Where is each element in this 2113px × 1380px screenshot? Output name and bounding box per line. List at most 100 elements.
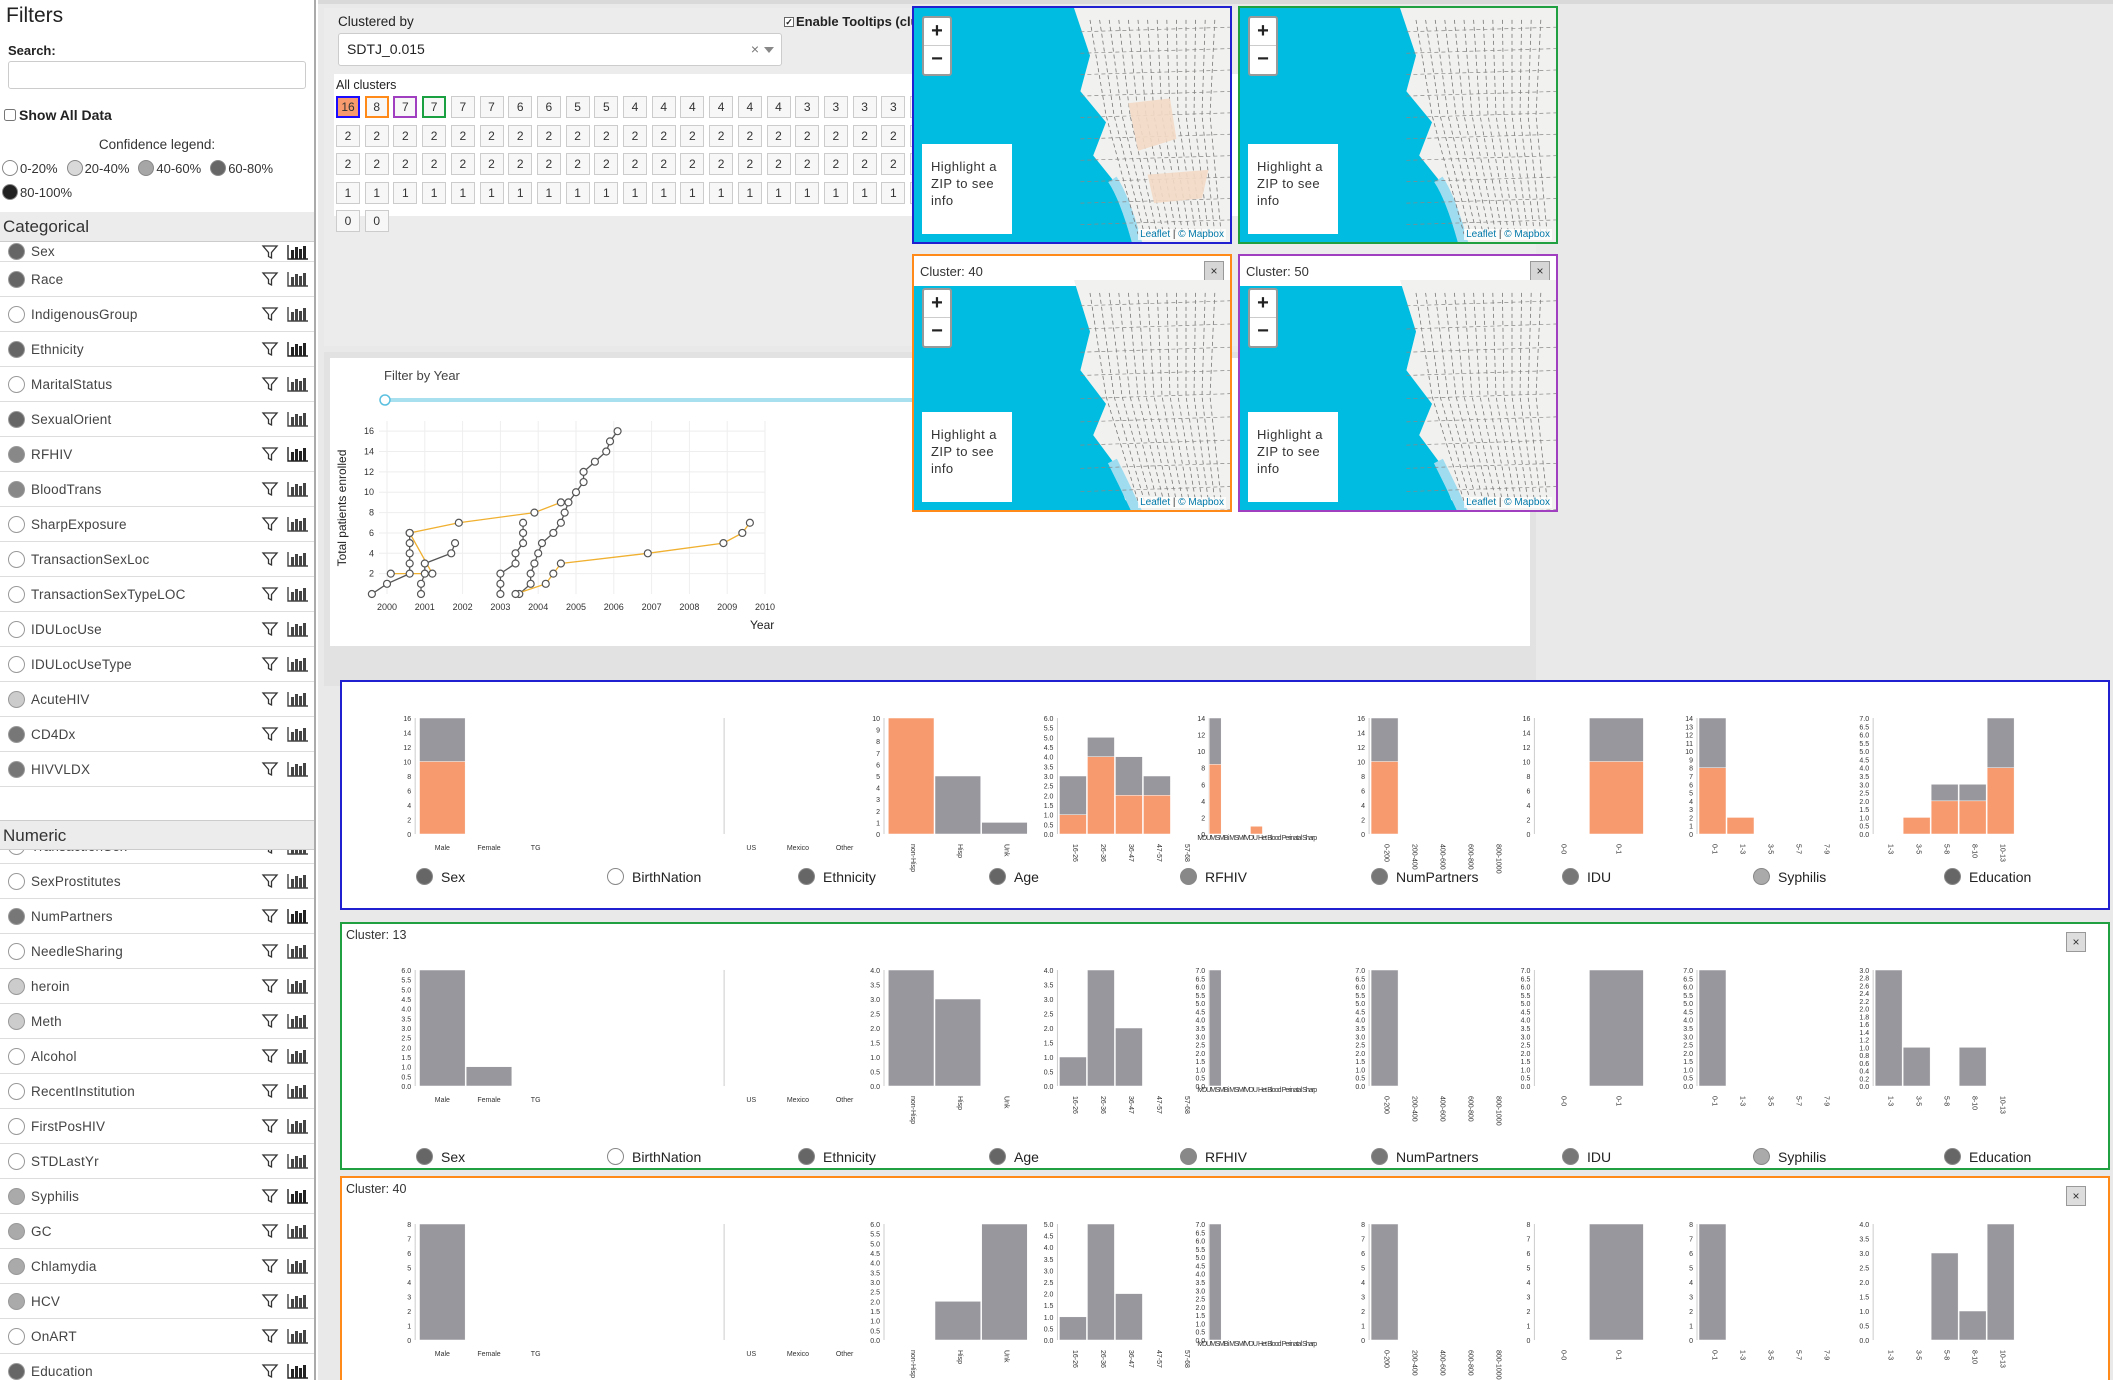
zoom-in-button[interactable]: + bbox=[924, 290, 950, 318]
histogram-icon[interactable] bbox=[287, 410, 309, 428]
cluster-cell[interactable]: 3 bbox=[881, 96, 906, 118]
histogram-button[interactable] bbox=[286, 905, 310, 927]
cluster-cell[interactable]: 2 bbox=[393, 153, 418, 175]
data-point[interactable] bbox=[428, 569, 437, 578]
filter-funnel-icon[interactable] bbox=[261, 1222, 279, 1240]
histogram-bar[interactable] bbox=[1115, 1293, 1143, 1341]
filter-button[interactable] bbox=[258, 373, 282, 395]
histogram-button[interactable] bbox=[286, 1290, 310, 1312]
histogram-bar-highlight[interactable] bbox=[888, 717, 935, 835]
cluster-cell[interactable]: 3 bbox=[795, 96, 820, 118]
cluster-cell[interactable]: 1 bbox=[336, 181, 360, 204]
cluster-cell[interactable]: 4 bbox=[766, 96, 791, 118]
filter-button[interactable] bbox=[258, 1360, 282, 1380]
filter-funnel-icon[interactable] bbox=[261, 872, 279, 890]
histogram-bar[interactable] bbox=[981, 822, 1028, 835]
cluster-cell[interactable]: 8 bbox=[364, 96, 389, 118]
attribute-row[interactable]: OnART bbox=[0, 1319, 314, 1354]
cluster-cell[interactable]: 1 bbox=[709, 181, 734, 204]
zoom-in-button[interactable]: + bbox=[924, 18, 950, 46]
filter-funnel-icon[interactable] bbox=[261, 690, 279, 708]
attribute-legend-item[interactable]: BirthNation bbox=[607, 868, 701, 885]
zoom-out-button[interactable]: − bbox=[1250, 46, 1276, 74]
cluster-cell[interactable]: 5 bbox=[565, 96, 590, 118]
histogram-icon[interactable] bbox=[287, 375, 309, 393]
histogram-bar-highlight[interactable] bbox=[1087, 756, 1115, 835]
filter-button[interactable] bbox=[258, 758, 282, 780]
filter-button[interactable] bbox=[258, 583, 282, 605]
histogram-bar[interactable] bbox=[888, 969, 935, 1087]
attribute-legend-item[interactable]: Age bbox=[989, 1148, 1039, 1165]
filter-funnel-icon[interactable] bbox=[261, 410, 279, 428]
histogram-button[interactable] bbox=[286, 513, 310, 535]
histogram-button[interactable] bbox=[286, 1150, 310, 1172]
show-all-checkbox[interactable] bbox=[4, 109, 16, 121]
data-point[interactable] bbox=[549, 569, 558, 578]
cluster-cell[interactable]: 2 bbox=[766, 124, 791, 147]
histogram-button[interactable] bbox=[286, 303, 310, 325]
cluster-cell[interactable]: 2 bbox=[823, 124, 848, 147]
filter-button[interactable] bbox=[258, 408, 282, 430]
data-point[interactable] bbox=[556, 559, 565, 568]
cluster-cell[interactable]: 2 bbox=[508, 124, 533, 147]
histogram-button[interactable] bbox=[286, 870, 310, 892]
filter-button[interactable] bbox=[258, 268, 282, 290]
filter-funnel-icon[interactable] bbox=[261, 550, 279, 568]
clustered-by-select[interactable]: SDTJ_0.015 × bbox=[338, 33, 782, 66]
filter-button[interactable] bbox=[258, 1150, 282, 1172]
filter-button[interactable] bbox=[258, 618, 282, 640]
histogram-bar[interactable] bbox=[1059, 1316, 1087, 1341]
cluster-cell[interactable]: 1 bbox=[508, 181, 533, 204]
cluster-cell[interactable]: 2 bbox=[364, 153, 389, 175]
histogram-bar-highlight[interactable] bbox=[1143, 795, 1171, 835]
show-all-toggle[interactable]: Show All Data bbox=[0, 105, 314, 125]
highlighted-zip[interactable] bbox=[1147, 169, 1209, 204]
cluster-cell[interactable]: 7 bbox=[393, 96, 418, 118]
histogram-bar[interactable] bbox=[1930, 1252, 1959, 1341]
histogram-bar[interactable] bbox=[1370, 1223, 1399, 1341]
cluster-cell[interactable]: 2 bbox=[852, 124, 877, 147]
filter-funnel-icon[interactable] bbox=[261, 340, 279, 358]
histogram-button[interactable] bbox=[286, 443, 310, 465]
histogram-button[interactable] bbox=[286, 1255, 310, 1277]
data-point[interactable] bbox=[560, 508, 569, 517]
cluster-cell[interactable]: 4 bbox=[737, 96, 762, 118]
histogram-button[interactable] bbox=[286, 758, 310, 780]
histogram-bar-highlight[interactable] bbox=[1958, 800, 1987, 835]
histogram-icon[interactable] bbox=[287, 1222, 309, 1240]
cluster-cell[interactable]: 2 bbox=[852, 153, 877, 175]
filter-funnel-icon[interactable] bbox=[261, 977, 279, 995]
filter-funnel-icon[interactable] bbox=[261, 760, 279, 778]
histogram-icon[interactable] bbox=[287, 907, 309, 925]
histogram-button[interactable] bbox=[286, 1010, 310, 1032]
cluster-cell[interactable]: 2 bbox=[336, 153, 360, 175]
data-point[interactable] bbox=[450, 539, 460, 548]
filter-button[interactable] bbox=[258, 242, 282, 263]
filter-button[interactable] bbox=[258, 1080, 282, 1102]
filter-funnel-icon[interactable] bbox=[261, 1362, 279, 1380]
cluster-cell[interactable]: 7 bbox=[422, 96, 447, 118]
attribute-legend-item[interactable]: Syphilis bbox=[1753, 868, 1826, 885]
cluster-cell[interactable]: 1 bbox=[651, 181, 676, 204]
cluster-cell[interactable]: 2 bbox=[766, 153, 791, 175]
histogram-button[interactable] bbox=[286, 688, 310, 710]
attribute-row[interactable]: IDULocUseType bbox=[0, 647, 314, 682]
histogram-bar-highlight[interactable] bbox=[1930, 800, 1959, 835]
data-point[interactable] bbox=[405, 569, 414, 578]
data-point[interactable] bbox=[549, 528, 558, 538]
histogram-bar[interactable] bbox=[1589, 1223, 1644, 1341]
histogram-icon[interactable] bbox=[287, 270, 309, 288]
histogram-bar[interactable] bbox=[1087, 1223, 1115, 1341]
data-point[interactable] bbox=[382, 579, 392, 588]
histogram-button[interactable] bbox=[286, 242, 310, 263]
cluster-cell[interactable]: 2 bbox=[680, 153, 705, 175]
cluster-cell[interactable]: 2 bbox=[450, 153, 475, 175]
data-point[interactable] bbox=[534, 549, 543, 558]
cluster-cell[interactable]: 2 bbox=[795, 124, 820, 147]
data-point[interactable] bbox=[579, 477, 588, 487]
histogram-bar[interactable] bbox=[1208, 1223, 1222, 1341]
data-point[interactable] bbox=[416, 589, 426, 599]
map-panel[interactable]: + − Highlight a ZIP to see info Leaflet | © M… bbox=[1238, 6, 1558, 244]
histogram-icon[interactable] bbox=[287, 550, 309, 568]
cluster-cell[interactable]: 2 bbox=[623, 153, 647, 175]
